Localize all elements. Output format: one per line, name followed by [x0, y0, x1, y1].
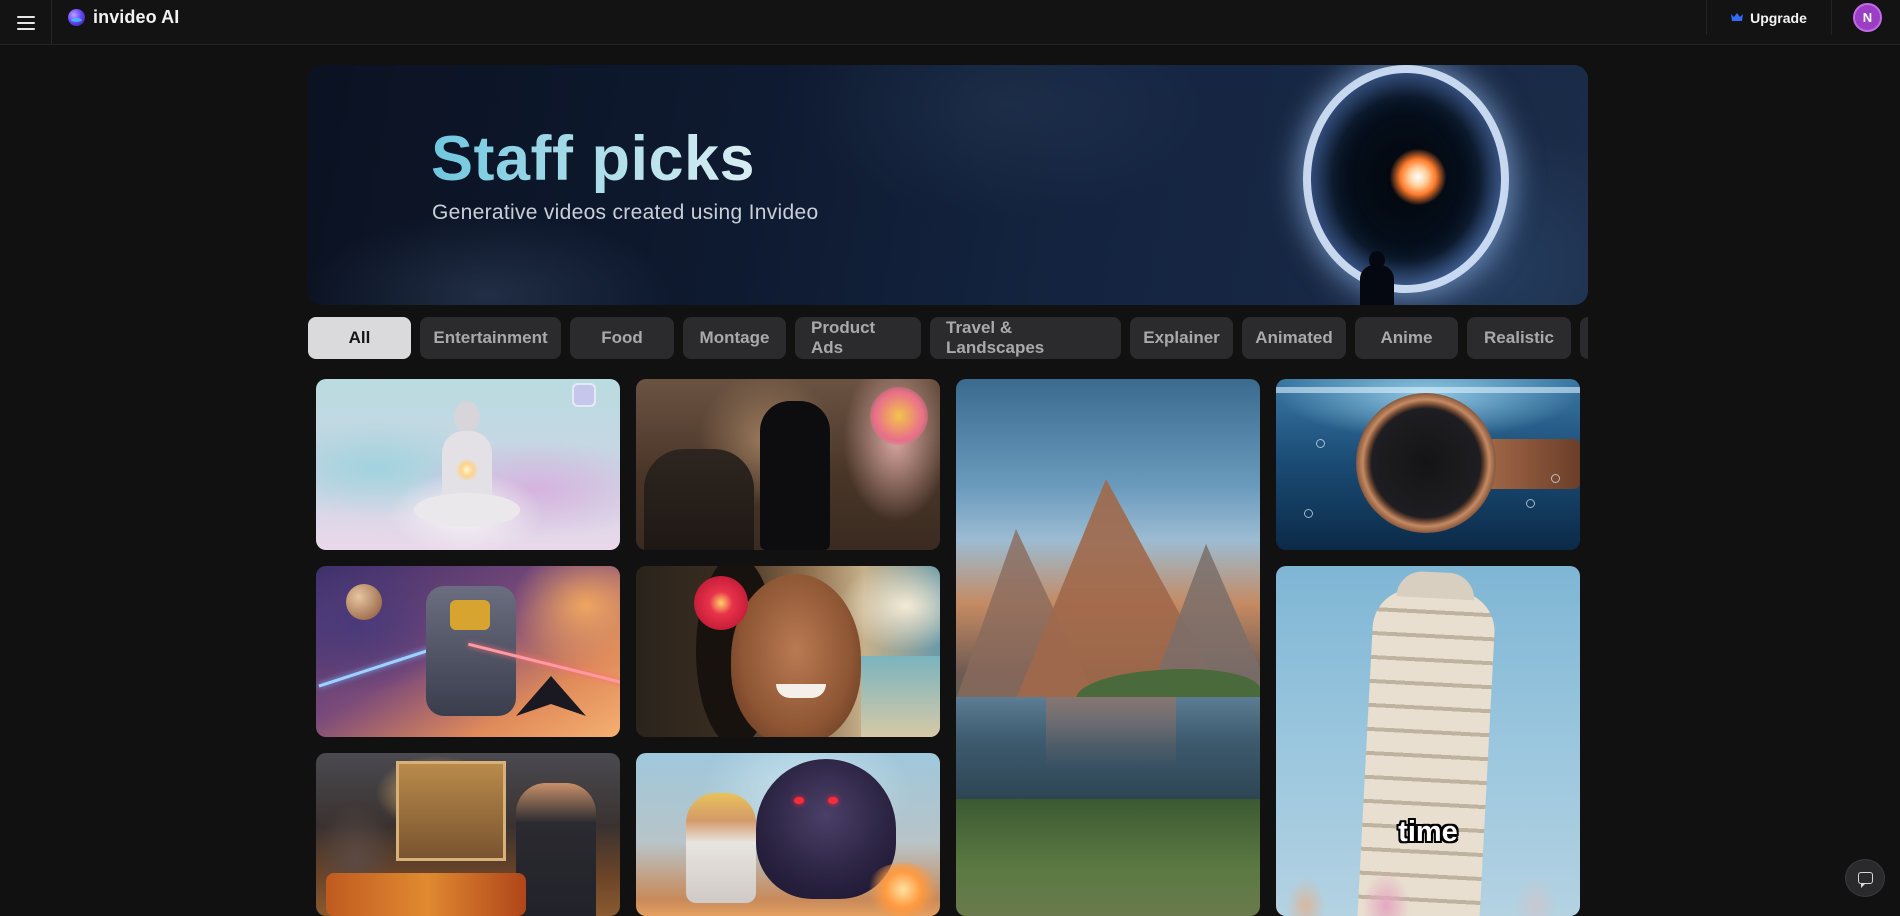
menu-button[interactable]	[0, 0, 52, 45]
video-card-street-food[interactable]	[316, 753, 620, 916]
video-thumbnail	[760, 401, 830, 550]
category-chip-overflow[interactable]	[1580, 317, 1588, 359]
video-thumbnail	[731, 574, 861, 737]
hero-banner: Staff picks Generative videos created us…	[308, 65, 1588, 305]
video-card-pisa-tower[interactable]: time	[1276, 566, 1580, 916]
category-filter-bar: All Entertainment Food Montage Product A…	[308, 317, 1588, 359]
category-chip-travel-landscapes[interactable]: Travel & Landscapes	[930, 317, 1121, 359]
invideo-logo-icon	[68, 8, 85, 26]
category-chip-product-ads[interactable]: Product Ads	[795, 317, 921, 359]
video-card-vader-candy[interactable]	[636, 379, 940, 550]
video-card-watch[interactable]	[1276, 379, 1580, 550]
brand-name: invideo AI	[93, 6, 180, 27]
video-thumbnail	[516, 783, 596, 916]
brand[interactable]: invideo AI	[68, 6, 179, 28]
video-thumbnail	[956, 799, 1260, 916]
hamburger-icon	[16, 15, 35, 30]
chat-icon	[1857, 872, 1873, 888]
category-chip-animated[interactable]: Animated	[1242, 317, 1346, 359]
category-chip-food[interactable]: Food	[570, 317, 674, 359]
page-subtitle: Generative videos created using Invideo	[432, 201, 819, 224]
category-chip-entertainment[interactable]: Entertainment	[420, 317, 561, 359]
category-chip-realistic[interactable]: Realistic	[1467, 317, 1571, 359]
video-thumbnail	[414, 401, 520, 531]
video-card-anime-fight[interactable]	[636, 753, 940, 916]
hero-silhouette-image	[1360, 251, 1394, 305]
category-chip-explainer[interactable]: Explainer	[1130, 317, 1233, 359]
video-card-mountain-lake[interactable]	[956, 379, 1260, 916]
hero-star-image	[1390, 149, 1446, 205]
video-caption: time	[1398, 816, 1458, 848]
crown-icon	[1731, 13, 1744, 22]
page-title: Staff picks	[431, 124, 756, 194]
video-card-mech-space[interactable]	[316, 566, 620, 737]
avatar[interactable]: N	[1853, 3, 1882, 32]
upgrade-label: Upgrade	[1750, 9, 1807, 26]
video-card-portrait-flower[interactable]	[636, 566, 940, 737]
video-card-meditation[interactable]	[316, 379, 620, 550]
upgrade-button[interactable]: Upgrade	[1706, 0, 1832, 35]
video-thumbnail	[1356, 393, 1496, 533]
category-chip-anime[interactable]: Anime	[1355, 317, 1458, 359]
chat-button[interactable]	[1845, 859, 1885, 897]
top-bar: invideo AI Upgrade N	[0, 0, 1900, 45]
category-chip-all[interactable]: All	[308, 317, 411, 359]
category-chip-montage[interactable]: Montage	[683, 317, 786, 359]
